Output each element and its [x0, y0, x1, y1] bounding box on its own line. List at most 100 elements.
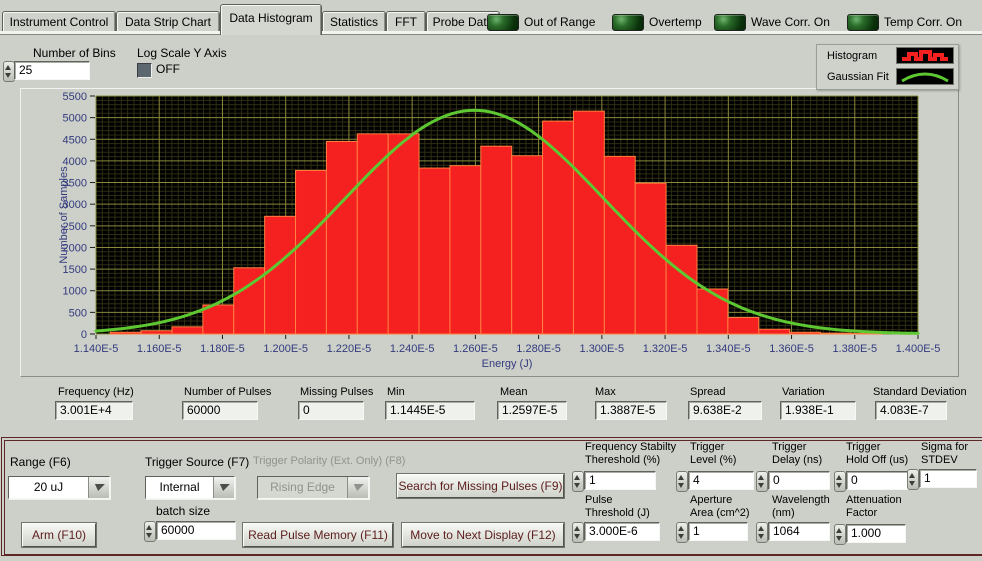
number-of-bins-label: Number of Bins	[33, 46, 116, 60]
aperture-area-input[interactable]: 1	[688, 522, 748, 541]
svg-text:500: 500	[69, 307, 87, 319]
svg-text:1.180E-5: 1.180E-5	[200, 343, 245, 355]
out-of-range-led-icon	[487, 14, 519, 31]
search-missing-pulses-button[interactable]: Search for Missing Pulses (F9)	[397, 474, 564, 498]
trigger-level-spinner[interactable]	[676, 471, 688, 492]
missing-pulses-value: 0	[298, 401, 364, 420]
num-pulses-label: Number of Pulses	[184, 386, 271, 398]
svg-text:1.400E-5: 1.400E-5	[896, 343, 941, 355]
batch-size-label: batch size	[156, 504, 210, 518]
temp-corr-led-icon	[847, 14, 879, 31]
log-scale-checkbox[interactable]	[137, 63, 152, 78]
trigger-delay-spinner[interactable]	[756, 471, 768, 492]
tab-statistics[interactable]: Statistics	[322, 11, 386, 33]
trigger-holdoff-spinner[interactable]	[834, 471, 846, 492]
y-axis-label: Number of Samples	[58, 166, 70, 264]
attenuation-factor-label: AttenuationFactor	[846, 494, 902, 520]
svg-text:1.220E-5: 1.220E-5	[327, 343, 372, 355]
trigger-level-input[interactable]: 4	[688, 471, 754, 490]
range-dropdown[interactable]: 20 uJ	[8, 476, 110, 499]
pulse-threshold-input[interactable]: 3.000E-6	[584, 522, 660, 541]
sigma-stdev-input[interactable]: 1	[919, 469, 977, 488]
number-of-bins-input[interactable]: 25	[14, 61, 90, 80]
trigger-holdoff-input[interactable]: 0	[846, 471, 908, 490]
log-scale-label: Log Scale Y Axis	[137, 46, 227, 60]
move-next-display-button[interactable]: Move to Next Display (F12)	[402, 523, 564, 547]
histogram-plot-icon	[896, 47, 954, 64]
tab-fft[interactable]: FFT	[386, 11, 426, 33]
wavelength-spinner[interactable]	[756, 522, 768, 543]
tab-data-histogram[interactable]: Data Histogram	[220, 4, 322, 35]
pulse-threshold-label: PulseThreshold (J)	[585, 494, 650, 520]
svg-text:4000: 4000	[63, 156, 87, 168]
wavelength-input[interactable]: 1064	[768, 522, 830, 541]
max-value: 1.3887E-5	[595, 401, 667, 420]
range-label: Range (F6)	[10, 455, 71, 469]
tab-instrument-control[interactable]: Instrument Control	[2, 11, 116, 33]
x-axis-label: Energy (J)	[482, 358, 533, 370]
sigma-stdev-spinner[interactable]	[907, 469, 919, 490]
svg-text:1.320E-5: 1.320E-5	[643, 343, 688, 355]
svg-text:5000: 5000	[63, 113, 87, 125]
freq-stability-spinner[interactable]	[572, 471, 584, 492]
trigger-polarity-label: Trigger Polarity (Ext. Only) (F8)	[253, 455, 405, 467]
num-pulses-value: 60000	[182, 401, 258, 420]
aperture-area-spinner[interactable]	[676, 522, 688, 543]
arm-button[interactable]: Arm (F10)	[22, 523, 96, 547]
batch-size-input[interactable]: 60000	[156, 521, 236, 540]
dropdown-arrow-icon	[88, 477, 109, 498]
plot-legend: Histogram Gaussian Fit	[816, 44, 959, 90]
svg-text:4500: 4500	[63, 134, 87, 146]
svg-text:1.380E-5: 1.380E-5	[832, 343, 877, 355]
batch-size-spinner[interactable]	[144, 521, 156, 542]
wavelength-label: Wavelength(nm)	[772, 494, 830, 520]
trigger-polarity-dropdown: Rising Edge	[257, 476, 369, 499]
front-panel: Instrument Control Data Strip Chart Data…	[0, 0, 982, 561]
legend-gaussian-label: Gaussian Fit	[827, 71, 889, 83]
legend-histogram-label: Histogram	[827, 50, 877, 62]
trigger-source-label: Trigger Source (F7)	[145, 455, 249, 469]
trigger-delay-input[interactable]: 0	[768, 471, 830, 490]
svg-text:1.300E-5: 1.300E-5	[580, 343, 625, 355]
min-value: 1.1445E-5	[385, 401, 475, 420]
legend-gaussian-row[interactable]: Gaussian Fit	[817, 66, 958, 87]
legend-histogram-row[interactable]: Histogram	[817, 45, 958, 66]
min-label: Min	[387, 386, 405, 398]
attenuation-factor-spinner[interactable]	[834, 524, 846, 545]
read-pulse-memory-button[interactable]: Read Pulse Memory (F11)	[243, 523, 393, 547]
svg-text:1.280E-5: 1.280E-5	[516, 343, 561, 355]
gaussian-fit-icon	[896, 68, 954, 85]
frequency-label: Frequency (Hz)	[58, 386, 134, 398]
overtemp-led-icon	[612, 14, 644, 31]
stddev-value: 4.083E-7	[875, 401, 947, 420]
tab-data-strip-chart[interactable]: Data Strip Chart	[116, 11, 220, 33]
out-of-range-label: Out of Range	[524, 15, 595, 29]
svg-text:5500: 5500	[63, 91, 87, 103]
freq-stability-input[interactable]: 1	[584, 471, 656, 490]
trigger-delay-label: TriggerDelay (ns)	[772, 441, 822, 467]
overtemp-label: Overtemp	[649, 15, 702, 29]
svg-text:1.200E-5: 1.200E-5	[263, 343, 308, 355]
temp-corr-label: Temp Corr. On	[884, 15, 962, 29]
spread-value: 9.638E-2	[688, 401, 762, 420]
dropdown-arrow-icon	[213, 477, 234, 498]
svg-text:1000: 1000	[63, 286, 87, 298]
svg-text:1.340E-5: 1.340E-5	[706, 343, 751, 355]
dropdown-arrow-icon	[347, 477, 368, 498]
missing-pulses-label: Missing Pulses	[300, 386, 373, 398]
trigger-source-dropdown[interactable]: Internal	[145, 476, 235, 499]
pulse-threshold-spinner[interactable]	[572, 522, 584, 543]
sigma-stdev-label: Sigma forSTDEV	[921, 441, 968, 467]
histogram-chart-frame: 0500100015002000250030003500400045005000…	[20, 88, 959, 377]
attenuation-factor-input[interactable]: 1.000	[846, 524, 906, 543]
variation-value: 1.938E-1	[780, 401, 856, 420]
trigger-polarity-value: Rising Edge	[258, 477, 347, 498]
range-value: 20 uJ	[9, 477, 88, 498]
svg-text:1.240E-5: 1.240E-5	[390, 343, 435, 355]
mean-label: Mean	[500, 386, 528, 398]
variation-label: Variation	[782, 386, 825, 398]
spread-label: Spread	[690, 386, 725, 398]
svg-text:1500: 1500	[63, 264, 87, 276]
max-label: Max	[595, 386, 616, 398]
tabbar-groove	[0, 31, 982, 35]
